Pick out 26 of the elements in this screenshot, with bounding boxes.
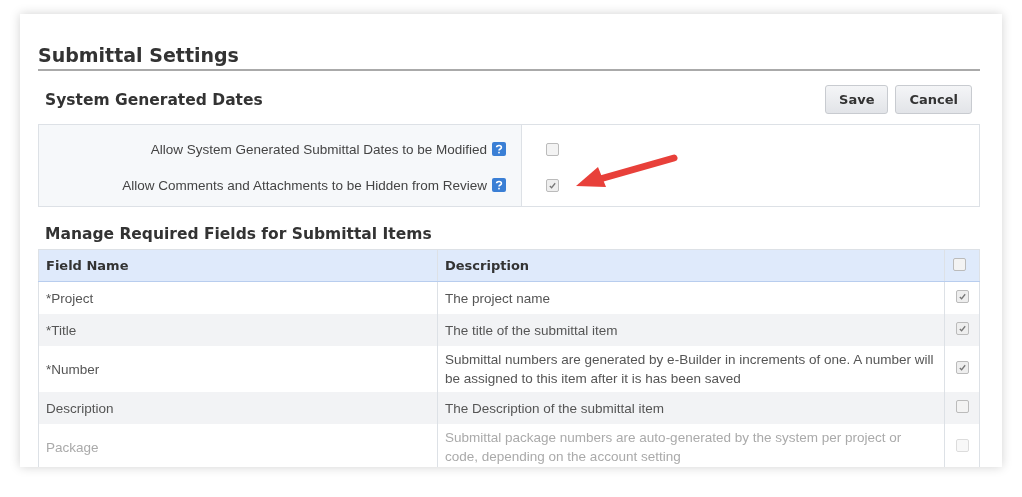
action-button[interactable]: Save [825, 85, 889, 114]
setting-label: Allow System Generated Submittal Dates to be Modified [150, 141, 487, 157]
checkbox[interactable] [546, 178, 559, 192]
table-cell: The title of the submittal item [437, 314, 945, 346]
checkbox[interactable] [955, 399, 969, 413]
section-heading: Manage Required Fields for Submittal Items [44, 225, 433, 243]
column-header: Field Name [38, 249, 438, 282]
table-cell: The Description of the submittal item [437, 392, 945, 424]
help-icon[interactable] [492, 142, 506, 156]
help-icon[interactable] [492, 178, 506, 192]
checkbox[interactable] [546, 142, 559, 156]
checkbox[interactable] [953, 257, 966, 271]
action-button[interactable]: Cancel [895, 85, 972, 114]
setting-label: Allow Comments and Attachments to be Hidden from Review [122, 177, 487, 193]
table-cell: Submittal package numbers are auto-generated by the system per project or code, depending on the account setting [437, 424, 945, 467]
checkbox[interactable] [955, 321, 969, 335]
table-cell: Package [38, 424, 438, 467]
table-cell: *Title [38, 314, 438, 346]
checkbox[interactable] [955, 289, 969, 303]
table-cell: Submittal numbers are generated by e-Builder in increments of one. A number will be assigned to this item after it is has been saved [437, 346, 945, 392]
table-cell: Description [38, 392, 438, 424]
section-heading: System Generated Dates [45, 90, 263, 109]
checkbox[interactable] [955, 360, 969, 374]
column-header: Description [437, 249, 945, 282]
page-title: Submittal Settings [38, 44, 980, 71]
table-cell: The project name [437, 281, 945, 314]
